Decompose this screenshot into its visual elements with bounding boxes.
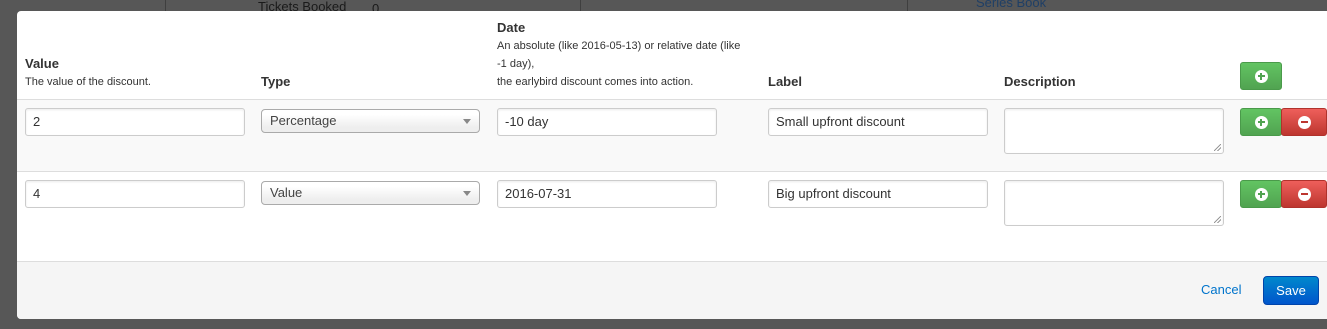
minus-circle-icon bbox=[1297, 115, 1311, 129]
remove-row-button[interactable] bbox=[1281, 108, 1327, 136]
date-column-title: Date bbox=[497, 20, 526, 35]
row-divider bbox=[17, 171, 1327, 172]
discount-modal: Value The value of the discount. Type Da… bbox=[17, 11, 1327, 319]
type-select-value: Value bbox=[270, 185, 303, 200]
date-input[interactable]: 2016-07-31 bbox=[497, 180, 717, 208]
dropdown-arrow-icon bbox=[463, 191, 471, 196]
remove-row-button[interactable] bbox=[1281, 180, 1327, 208]
modal-body: Value The value of the discount. Type Da… bbox=[17, 11, 1327, 261]
value-column-title: Value bbox=[25, 56, 59, 71]
description-column-title: Description bbox=[1004, 74, 1076, 89]
date-column-hint-3: the earlybird discount comes into action… bbox=[497, 76, 694, 88]
cancel-button[interactable]: Cancel bbox=[1201, 282, 1241, 297]
label-input[interactable]: Small upfront discount bbox=[768, 108, 988, 136]
value-column-hint: The value of the discount. bbox=[25, 76, 151, 88]
value-input[interactable]: 2 bbox=[25, 108, 245, 136]
dropdown-arrow-icon bbox=[463, 119, 471, 124]
description-textarea[interactable] bbox=[1004, 108, 1224, 154]
date-column-hint-2: -1 day), bbox=[497, 58, 535, 70]
resize-grip-icon[interactable] bbox=[1214, 144, 1221, 151]
label-input[interactable]: Big upfront discount bbox=[768, 180, 988, 208]
date-column-hint-1: An absolute (like 2016-05-13) or relativ… bbox=[497, 40, 741, 52]
plus-circle-icon bbox=[1254, 115, 1268, 129]
date-input[interactable]: -10 day bbox=[497, 108, 717, 136]
modal-footer: Cancel Save bbox=[17, 261, 1327, 319]
type-column-title: Type bbox=[261, 74, 291, 89]
insert-row-button[interactable] bbox=[1240, 108, 1282, 136]
minus-circle-icon bbox=[1297, 187, 1311, 201]
value-input[interactable]: 4 bbox=[25, 180, 245, 208]
label-column-title: Label bbox=[768, 74, 802, 89]
type-select-value: Percentage bbox=[270, 113, 337, 128]
plus-circle-icon bbox=[1254, 187, 1268, 201]
save-button[interactable]: Save bbox=[1263, 276, 1319, 305]
resize-grip-icon[interactable] bbox=[1214, 216, 1221, 223]
type-select[interactable]: Value bbox=[261, 181, 480, 205]
add-row-button[interactable] bbox=[1240, 62, 1282, 90]
insert-row-button[interactable] bbox=[1240, 180, 1282, 208]
plus-circle-icon bbox=[1254, 69, 1268, 83]
type-select[interactable]: Percentage bbox=[261, 109, 480, 133]
series-book-link: Series Book bbox=[976, 0, 1047, 10]
description-textarea[interactable] bbox=[1004, 180, 1224, 226]
